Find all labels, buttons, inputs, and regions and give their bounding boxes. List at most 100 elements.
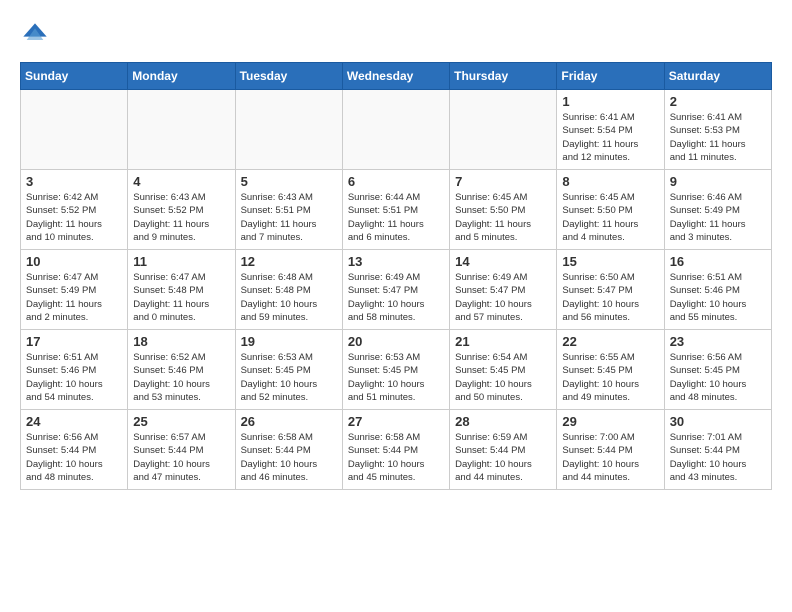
day-number: 30 (670, 414, 766, 429)
logo (20, 20, 54, 50)
calendar-day-cell: 10 Sunrise: 6:47 AM Sunset: 5:49 PM Dayli… (21, 250, 128, 330)
calendar-day-cell: 4 Sunrise: 6:43 AM Sunset: 5:52 PM Daylig… (128, 170, 235, 250)
calendar-day-cell: 21 Sunrise: 6:54 AM Sunset: 5:45 PM Dayli… (450, 330, 557, 410)
weekday-header: Sunday (21, 63, 128, 90)
day-number: 20 (348, 334, 444, 349)
calendar-day-cell: 17 Sunrise: 6:51 AM Sunset: 5:46 PM Dayli… (21, 330, 128, 410)
day-info: Sunrise: 6:58 AM Sunset: 5:44 PM Dayligh… (348, 431, 444, 484)
day-info: Sunrise: 6:47 AM Sunset: 5:49 PM Dayligh… (26, 271, 122, 324)
calendar: SundayMondayTuesdayWednesdayThursdayFrid… (20, 62, 772, 490)
day-number: 6 (348, 174, 444, 189)
day-info: Sunrise: 6:43 AM Sunset: 5:52 PM Dayligh… (133, 191, 229, 244)
calendar-day-cell: 30Sunrise: 7:01 AM Sunset: 5:44 PM Dayli… (664, 410, 771, 490)
day-info: Sunrise: 6:51 AM Sunset: 5:46 PM Dayligh… (26, 351, 122, 404)
day-info: Sunrise: 6:41 AM Sunset: 5:53 PM Dayligh… (670, 111, 766, 164)
calendar-day-cell (235, 90, 342, 170)
calendar-day-cell: 3 Sunrise: 6:42 AM Sunset: 5:52 PM Daylig… (21, 170, 128, 250)
calendar-day-cell: 20 Sunrise: 6:53 AM Sunset: 5:45 PM Dayli… (342, 330, 449, 410)
calendar-day-cell: 13 Sunrise: 6:49 AM Sunset: 5:47 PM Dayli… (342, 250, 449, 330)
day-info: Sunrise: 6:53 AM Sunset: 5:45 PM Dayligh… (241, 351, 337, 404)
day-info: Sunrise: 6:41 AM Sunset: 5:54 PM Dayligh… (562, 111, 658, 164)
weekday-header: Thursday (450, 63, 557, 90)
calendar-day-cell: 2Sunrise: 6:41 AM Sunset: 5:53 PM Daylig… (664, 90, 771, 170)
day-info: Sunrise: 6:50 AM Sunset: 5:47 PM Dayligh… (562, 271, 658, 324)
day-info: Sunrise: 6:46 AM Sunset: 5:49 PM Dayligh… (670, 191, 766, 244)
calendar-day-cell: 16Sunrise: 6:51 AM Sunset: 5:46 PM Dayli… (664, 250, 771, 330)
calendar-day-cell: 27 Sunrise: 6:58 AM Sunset: 5:44 PM Dayli… (342, 410, 449, 490)
calendar-week-row: 1 Sunrise: 6:41 AM Sunset: 5:54 PM Daylig… (21, 90, 772, 170)
day-number: 29 (562, 414, 658, 429)
weekday-header: Wednesday (342, 63, 449, 90)
calendar-day-cell: 26Sunrise: 6:58 AM Sunset: 5:44 PM Dayli… (235, 410, 342, 490)
day-number: 28 (455, 414, 551, 429)
day-number: 25 (133, 414, 229, 429)
calendar-day-cell: 6Sunrise: 6:44 AM Sunset: 5:51 PM Daylig… (342, 170, 449, 250)
day-info: Sunrise: 6:45 AM Sunset: 5:50 PM Dayligh… (562, 191, 658, 244)
calendar-day-cell: 1 Sunrise: 6:41 AM Sunset: 5:54 PM Daylig… (557, 90, 664, 170)
day-number: 12 (241, 254, 337, 269)
day-number: 11 (133, 254, 229, 269)
calendar-day-cell: 25 Sunrise: 6:57 AM Sunset: 5:44 PM Dayli… (128, 410, 235, 490)
day-number: 22 (562, 334, 658, 349)
day-number: 13 (348, 254, 444, 269)
day-number: 23 (670, 334, 766, 349)
weekday-header: Tuesday (235, 63, 342, 90)
calendar-day-cell: 18 Sunrise: 6:52 AM Sunset: 5:46 PM Dayli… (128, 330, 235, 410)
calendar-day-cell: 15 Sunrise: 6:50 AM Sunset: 5:47 PM Dayli… (557, 250, 664, 330)
calendar-week-row: 24 Sunrise: 6:56 AM Sunset: 5:44 PM Dayli… (21, 410, 772, 490)
calendar-day-cell: 12 Sunrise: 6:48 AM Sunset: 5:48 PM Dayli… (235, 250, 342, 330)
day-number: 26 (241, 414, 337, 429)
day-info: Sunrise: 6:56 AM Sunset: 5:44 PM Dayligh… (26, 431, 122, 484)
calendar-day-cell: 7 Sunrise: 6:45 AM Sunset: 5:50 PM Daylig… (450, 170, 557, 250)
header (20, 20, 772, 50)
calendar-day-cell: 11 Sunrise: 6:47 AM Sunset: 5:48 PM Dayli… (128, 250, 235, 330)
calendar-day-cell: 24 Sunrise: 6:56 AM Sunset: 5:44 PM Dayli… (21, 410, 128, 490)
calendar-day-cell: 14Sunrise: 6:49 AM Sunset: 5:47 PM Dayli… (450, 250, 557, 330)
calendar-day-cell: 9Sunrise: 6:46 AM Sunset: 5:49 PM Daylig… (664, 170, 771, 250)
calendar-day-cell (450, 90, 557, 170)
day-info: Sunrise: 6:43 AM Sunset: 5:51 PM Dayligh… (241, 191, 337, 244)
day-number: 18 (133, 334, 229, 349)
calendar-day-cell: 22 Sunrise: 6:55 AM Sunset: 5:45 PM Dayli… (557, 330, 664, 410)
day-number: 3 (26, 174, 122, 189)
day-info: Sunrise: 6:47 AM Sunset: 5:48 PM Dayligh… (133, 271, 229, 324)
calendar-day-cell: 23Sunrise: 6:56 AM Sunset: 5:45 PM Dayli… (664, 330, 771, 410)
day-info: Sunrise: 6:59 AM Sunset: 5:44 PM Dayligh… (455, 431, 551, 484)
day-info: Sunrise: 6:54 AM Sunset: 5:45 PM Dayligh… (455, 351, 551, 404)
day-number: 14 (455, 254, 551, 269)
day-number: 1 (562, 94, 658, 109)
logo-icon (20, 20, 50, 50)
calendar-week-row: 17 Sunrise: 6:51 AM Sunset: 5:46 PM Dayli… (21, 330, 772, 410)
day-number: 21 (455, 334, 551, 349)
day-number: 10 (26, 254, 122, 269)
weekday-header: Friday (557, 63, 664, 90)
day-number: 7 (455, 174, 551, 189)
calendar-day-cell: 8 Sunrise: 6:45 AM Sunset: 5:50 PM Daylig… (557, 170, 664, 250)
calendar-day-cell (128, 90, 235, 170)
day-info: Sunrise: 6:49 AM Sunset: 5:47 PM Dayligh… (348, 271, 444, 324)
day-number: 24 (26, 414, 122, 429)
weekday-header: Saturday (664, 63, 771, 90)
day-number: 19 (241, 334, 337, 349)
day-number: 27 (348, 414, 444, 429)
day-info: Sunrise: 6:53 AM Sunset: 5:45 PM Dayligh… (348, 351, 444, 404)
calendar-day-cell (21, 90, 128, 170)
calendar-day-cell: 5Sunrise: 6:43 AM Sunset: 5:51 PM Daylig… (235, 170, 342, 250)
calendar-header-row: SundayMondayTuesdayWednesdayThursdayFrid… (21, 63, 772, 90)
day-info: Sunrise: 7:00 AM Sunset: 5:44 PM Dayligh… (562, 431, 658, 484)
calendar-day-cell: 29 Sunrise: 7:00 AM Sunset: 5:44 PM Dayli… (557, 410, 664, 490)
day-info: Sunrise: 6:42 AM Sunset: 5:52 PM Dayligh… (26, 191, 122, 244)
day-number: 16 (670, 254, 766, 269)
day-info: Sunrise: 6:45 AM Sunset: 5:50 PM Dayligh… (455, 191, 551, 244)
weekday-header: Monday (128, 63, 235, 90)
day-number: 8 (562, 174, 658, 189)
day-number: 15 (562, 254, 658, 269)
day-info: Sunrise: 6:57 AM Sunset: 5:44 PM Dayligh… (133, 431, 229, 484)
day-info: Sunrise: 6:52 AM Sunset: 5:46 PM Dayligh… (133, 351, 229, 404)
calendar-day-cell: 19 Sunrise: 6:53 AM Sunset: 5:45 PM Dayli… (235, 330, 342, 410)
calendar-day-cell (342, 90, 449, 170)
day-number: 17 (26, 334, 122, 349)
day-number: 4 (133, 174, 229, 189)
day-info: Sunrise: 6:48 AM Sunset: 5:48 PM Dayligh… (241, 271, 337, 324)
day-info: Sunrise: 6:55 AM Sunset: 5:45 PM Dayligh… (562, 351, 658, 404)
